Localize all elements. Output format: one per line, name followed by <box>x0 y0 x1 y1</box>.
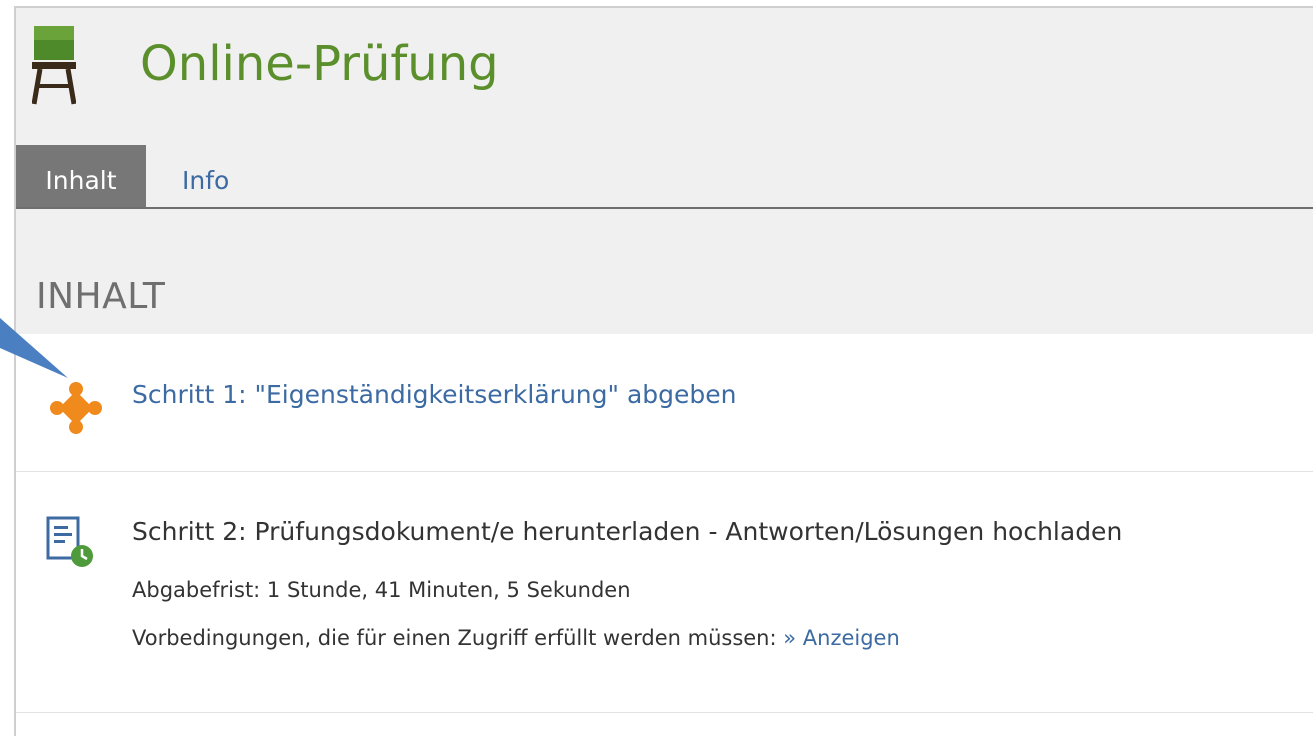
show-preconditions-link[interactable]: » Anzeigen <box>783 626 900 650</box>
tab-info[interactable]: Info <box>182 145 229 207</box>
tab-inhalt[interactable]: Inhalt <box>16 145 146 207</box>
list-item-step-1: Schritt 1: "Eigenständigkeitserklärung" … <box>16 334 1313 472</box>
step-1-link[interactable]: Schritt 1: "Eigenständigkeitserklärung" … <box>132 380 736 409</box>
step-2-title: Schritt 2: Prüfungsdokument/e herunterla… <box>132 517 1123 546</box>
exam-desk-icon <box>31 26 77 106</box>
page-frame: Online-Prüfung Inhalt Info INHALT Schrit… <box>14 6 1313 736</box>
list-item-step-2: Schritt 2: Prüfungsdokument/e herunterla… <box>16 472 1313 713</box>
puzzle-icon <box>48 380 104 436</box>
page-title: Online-Prüfung <box>140 36 499 92</box>
deadline-text: Abgabefrist: 1 Stunde, 41 Minuten, 5 Sek… <box>132 578 631 602</box>
page-header: Online-Prüfung <box>16 8 1313 140</box>
tab-bar: Inhalt Info <box>16 144 1313 209</box>
content-list: Schritt 1: "Eigenständigkeitserklärung" … <box>16 334 1313 736</box>
assignment-clock-icon <box>46 516 94 572</box>
preconditions-label: Vorbedingungen, die für einen Zugriff er… <box>132 626 777 650</box>
preconditions-row: Vorbedingungen, die für einen Zugriff er… <box>132 626 900 650</box>
annotation-arrow <box>0 318 68 378</box>
